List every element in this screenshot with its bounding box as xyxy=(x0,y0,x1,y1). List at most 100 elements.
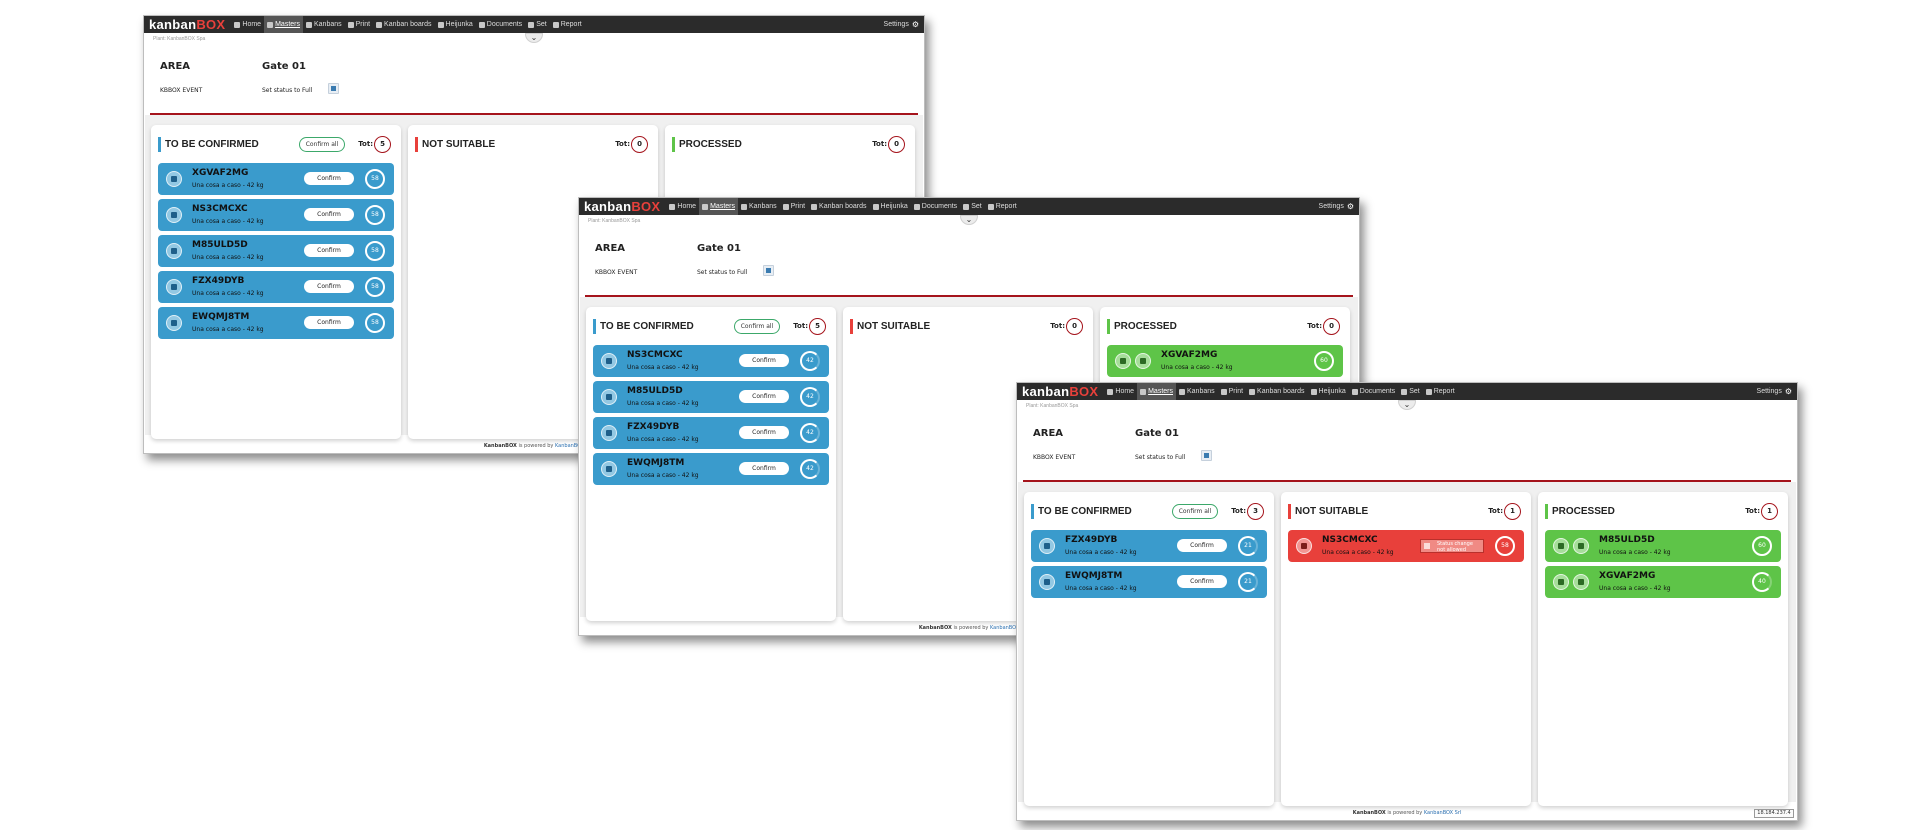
set-icon xyxy=(963,203,970,210)
kanban-card[interactable]: M85ULD5D Una cosa a caso - 42 kg 60 xyxy=(1545,530,1781,562)
masters-icon xyxy=(1140,388,1147,395)
confirm-button[interactable]: Confirm xyxy=(739,390,789,403)
kanban-card[interactable]: M85ULD5D Una cosa a caso - 42 kg Confirm 58 xyxy=(158,235,394,267)
kanbanbox-logo[interactable]: kanban BOX xyxy=(1022,385,1098,398)
total-label: Tot: xyxy=(1488,507,1503,515)
heijunka-icon xyxy=(1310,388,1317,395)
footer-link[interactable]: KanbanBOX xyxy=(990,625,1019,631)
total-count: 5 xyxy=(809,318,826,335)
nav-item-label: Documents xyxy=(486,21,523,28)
nav-item-masters[interactable]: Masters xyxy=(264,16,303,33)
confirm-button[interactable]: Confirm xyxy=(304,208,354,221)
kanban-card[interactable]: FZX49DYB Una cosa a caso - 42 kg Confirm 42 xyxy=(593,417,829,449)
column-color-bar xyxy=(593,319,596,334)
confirm-button[interactable]: Confirm xyxy=(1177,539,1227,552)
nav-item-label: Masters xyxy=(710,203,735,210)
top-navbar: kanban BOX Home Masters Kanbans Print Kanban b… xyxy=(144,16,924,33)
event-label: KBBOX EVENT xyxy=(595,269,638,276)
nav-item-report[interactable]: Report xyxy=(985,198,1020,215)
quantity-ring: 40 xyxy=(1752,572,1772,592)
status-warning: Status change not allowed xyxy=(1420,539,1484,553)
confirm-all-button[interactable]: Confirm all xyxy=(1172,504,1218,519)
event-label: KBBOX EVENT xyxy=(1033,454,1076,461)
documents-icon xyxy=(478,21,485,28)
kanban-card[interactable]: NS3CMCXC Una cosa a caso - 42 kg Confirm 58 xyxy=(158,199,394,231)
kanban-card[interactable]: XGVAF2MG Una cosa a caso - 42 kg 60 xyxy=(1107,345,1343,377)
nav-item-print[interactable]: Print xyxy=(1218,383,1246,400)
kanban-card[interactable]: EWQMJ8TM Una cosa a caso - 42 kg Confirm 58 xyxy=(158,307,394,339)
nav-item-documents[interactable]: Documents xyxy=(476,16,525,33)
card-description: Una cosa a caso - 42 kg xyxy=(192,218,264,225)
footer-link[interactable]: KanbanBOX Srl xyxy=(1424,810,1461,816)
nav-item-report[interactable]: Report xyxy=(1423,383,1458,400)
total-label: Tot: xyxy=(1745,507,1760,515)
nav-item-print[interactable]: Print xyxy=(780,198,808,215)
undo-icon[interactable] xyxy=(1553,574,1569,590)
settings-menu[interactable]: Settings ⚙ xyxy=(1319,202,1354,211)
confirm-button[interactable]: Confirm xyxy=(304,244,354,257)
confirm-button[interactable]: Confirm xyxy=(304,316,354,329)
confirm-button[interactable]: Confirm xyxy=(1177,575,1227,588)
nav-item-print[interactable]: Print xyxy=(345,16,373,33)
confirm-button[interactable]: Confirm xyxy=(739,426,789,439)
nav-item-set[interactable]: Set xyxy=(960,198,985,215)
settings-menu[interactable]: Settings ⚙ xyxy=(884,20,919,29)
confirm-all-button[interactable]: Confirm all xyxy=(734,319,780,334)
nav-item-set[interactable]: Set xyxy=(1398,383,1423,400)
nav-item-kanbans[interactable]: Kanbans xyxy=(303,16,345,33)
column-header: PROCESSED Tot: 0 xyxy=(1100,307,1350,345)
card-code: XGVAF2MG xyxy=(1599,571,1656,581)
kanban-card[interactable]: FZX49DYB Una cosa a caso - 42 kg Confirm 21 xyxy=(1031,530,1267,562)
confirm-all-button[interactable]: Confirm all xyxy=(299,137,345,152)
nav-item-home[interactable]: Home xyxy=(666,198,699,215)
footer-brand: KanbanBOX xyxy=(918,625,952,631)
kanban-card[interactable]: NS3CMCXC Una cosa a caso - 42 kg Confirm 42 xyxy=(593,345,829,377)
kanban-icon xyxy=(601,425,617,441)
nav-item-documents[interactable]: Documents xyxy=(1349,383,1398,400)
nav-item-kanban-boards[interactable]: Kanban boards xyxy=(1246,383,1307,400)
nav-item-documents[interactable]: Documents xyxy=(911,198,960,215)
nav-item-kanbans[interactable]: Kanbans xyxy=(1176,383,1218,400)
nav-item-heijunka[interactable]: Heijunka xyxy=(870,198,911,215)
nav-item-heijunka[interactable]: Heijunka xyxy=(435,16,476,33)
nav-item-masters[interactable]: Masters xyxy=(1137,383,1176,400)
kanban-card[interactable]: XGVAF2MG Una cosa a caso - 42 kg Confirm 58 xyxy=(158,163,394,195)
undo-icon[interactable] xyxy=(1553,538,1569,554)
kanban-card[interactable]: XGVAF2MG Una cosa a caso - 42 kg 40 xyxy=(1545,566,1781,598)
nav-item-home[interactable]: Home xyxy=(231,16,264,33)
nav-item-home[interactable]: Home xyxy=(1104,383,1137,400)
confirm-button[interactable]: Confirm xyxy=(304,280,354,293)
kanban-card[interactable]: NS3CMCXC Una cosa a caso - 42 kg Status ch… xyxy=(1288,530,1524,562)
undo-icon[interactable] xyxy=(1115,353,1131,369)
nav-item-label: Report xyxy=(995,203,1017,210)
nav-item-kanban-boards[interactable]: Kanban boards xyxy=(808,198,869,215)
kanbans-icon xyxy=(741,203,747,210)
nav-item-report[interactable]: Report xyxy=(550,16,585,33)
kanban-icon xyxy=(601,461,617,477)
confirm-button[interactable]: Confirm xyxy=(739,354,789,367)
nav-item-masters[interactable]: Masters xyxy=(699,198,738,215)
kanban-card[interactable]: M85ULD5D Una cosa a caso - 42 kg Confirm 42 xyxy=(593,381,829,413)
nav-item-kanbans[interactable]: Kanbans xyxy=(738,198,780,215)
total-label: Tot: xyxy=(615,140,630,148)
kanbans-icon xyxy=(306,21,312,28)
kanbanbox-logo[interactable]: kanban BOX xyxy=(584,200,660,213)
settings-menu[interactable]: Settings ⚙ xyxy=(1757,387,1792,396)
nav-item-kanban-boards[interactable]: Kanban boards xyxy=(373,16,434,33)
kanban-card[interactable]: FZX49DYB Una cosa a caso - 42 kg Confirm 58 xyxy=(158,271,394,303)
card-code: M85ULD5D xyxy=(192,240,248,250)
nav-item-label: Report xyxy=(1433,388,1455,395)
nav-item-set[interactable]: Set xyxy=(525,16,550,33)
total-count: 0 xyxy=(1323,318,1340,335)
column-title: PROCESSED xyxy=(679,139,742,150)
confirm-button[interactable]: Confirm xyxy=(739,462,789,475)
nav-item-heijunka[interactable]: Heijunka xyxy=(1308,383,1349,400)
kanban-icon xyxy=(166,171,182,187)
quantity-ring: 58 xyxy=(365,277,385,297)
event-value: Set status to Full xyxy=(697,269,748,276)
card-description: Una cosa a caso - 42 kg xyxy=(1599,585,1671,592)
kanban-card[interactable]: EWQMJ8TM Una cosa a caso - 42 kg Confirm 42 xyxy=(593,453,829,485)
kanban-card[interactable]: EWQMJ8TM Una cosa a caso - 42 kg Confirm 21 xyxy=(1031,566,1267,598)
kanbanbox-logo[interactable]: kanban BOX xyxy=(149,18,225,31)
confirm-button[interactable]: Confirm xyxy=(304,172,354,185)
